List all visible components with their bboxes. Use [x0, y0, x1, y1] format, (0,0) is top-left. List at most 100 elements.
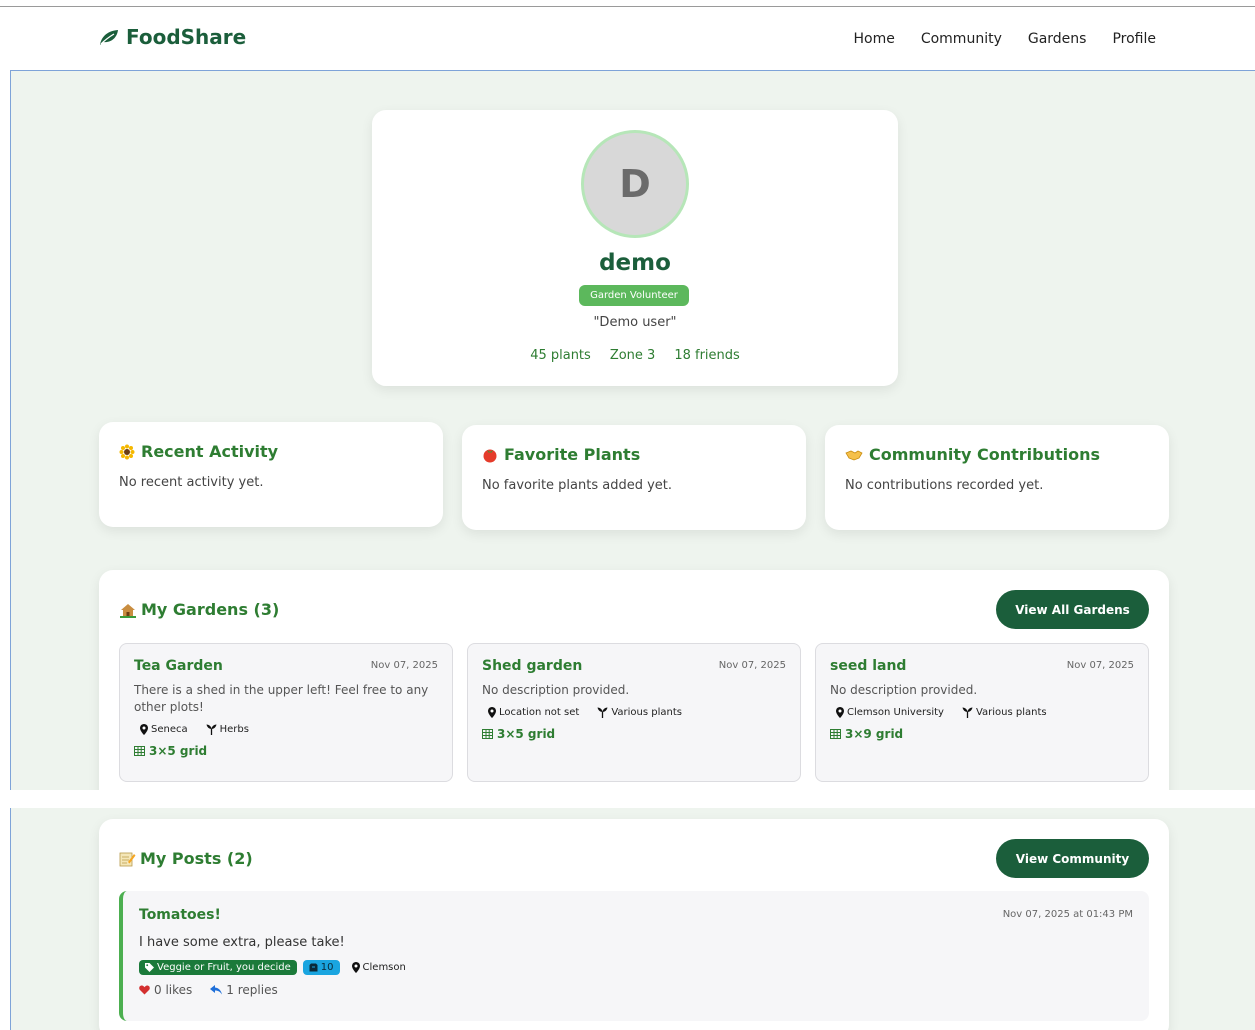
garden-description: There is a shed in the upper left! Feel …	[134, 683, 429, 714]
my-gardens-panel: My Gardens (3) View All Gardens Tea Gard…	[99, 570, 1169, 810]
garden-meta: Seneca Herbs	[134, 724, 438, 735]
recent-activity-title: Recent Activity	[119, 442, 423, 461]
garden-plants-text: Various plants	[611, 707, 682, 718]
navbar: FoodShare Home Community Gardens Profile	[0, 7, 1255, 70]
garden-description: No description provided.	[830, 683, 978, 697]
table-grid-icon	[134, 746, 145, 756]
map-pin-icon	[836, 707, 844, 718]
category-tag: Veggie or Fruit, you decide	[139, 960, 297, 975]
garden-card[interactable]: Tea Garden Nov 07, 2025 There is a shed …	[119, 643, 453, 782]
profile-main-section: D demo Garden Volunteer "Demo user" 45 p…	[10, 70, 1255, 810]
memo-icon	[119, 852, 136, 866]
my-posts-panel: My Posts (2) View Community Tomatoes! No…	[99, 819, 1169, 1030]
garden-meta: Clemson University Various plants	[830, 707, 1134, 718]
garden-grid: 3×9 grid	[830, 727, 1134, 741]
garden-description: No description provided.	[482, 683, 630, 697]
garden-location-text: Clemson University	[847, 707, 944, 718]
heart-icon	[139, 985, 150, 995]
post-location-text: Clemson	[362, 962, 406, 973]
likes-count: 0 likes	[154, 983, 193, 997]
recent-activity-card: Recent Activity No recent activity yet.	[99, 422, 443, 527]
post-location: Clemson	[351, 962, 406, 973]
replies-count: 1 replies	[226, 983, 278, 997]
table-grid-icon	[482, 729, 493, 739]
profile-username: demo	[599, 250, 671, 276]
community-contributions-text: No contributions recorded yet.	[845, 478, 1044, 493]
house-garden-icon	[120, 603, 136, 618]
view-community-button[interactable]: View Community	[996, 839, 1149, 878]
tomato-icon	[483, 449, 497, 462]
seedling-icon	[597, 707, 608, 718]
nav-community-link[interactable]: Community	[921, 31, 1002, 47]
garden-plants-text: Various plants	[975, 707, 1047, 718]
nav-links: Home Community Gardens Profile	[853, 31, 1156, 47]
post-item[interactable]: Tomatoes! Nov 07, 2025 at 01:43 PM I hav…	[119, 891, 1149, 1021]
garden-grid-text: 3×9 grid	[845, 727, 904, 741]
favorite-plants-card: Favorite Plants No favorite plants added…	[462, 425, 806, 530]
brand-logo[interactable]: FoodShare	[98, 25, 246, 49]
view-all-gardens-button[interactable]: View All Gardens	[996, 590, 1149, 629]
garden-location: Location not set	[488, 707, 579, 718]
garden-date: Nov 07, 2025	[1066, 660, 1134, 671]
reply-icon	[210, 985, 223, 995]
box-icon	[309, 963, 318, 972]
profile-bio: "Demo user"	[593, 315, 677, 330]
post-actions: 0 likes 1 replies	[139, 983, 1133, 997]
recent-activity-label: Recent Activity	[141, 442, 279, 461]
garden-grid-text: 3×5 grid	[497, 727, 556, 741]
like-button[interactable]: 0 likes	[139, 983, 192, 997]
garden-location-text: Location not set	[499, 707, 580, 718]
sunflower-icon	[119, 444, 135, 459]
post-tags: Veggie or Fruit, you decide 10 Clemson	[139, 960, 1133, 975]
garden-date: Nov 07, 2025	[370, 660, 438, 671]
category-tag-text: Veggie or Fruit, you decide	[157, 962, 291, 973]
map-pin-icon	[351, 962, 360, 973]
handshake-icon	[845, 450, 863, 460]
my-gardens-title: My Gardens (3)	[119, 600, 279, 619]
seedling-icon	[962, 707, 973, 718]
nav-gardens-link[interactable]: Gardens	[1028, 31, 1087, 47]
garden-grid: 3×5 grid	[482, 727, 786, 741]
favorite-plants-title: Favorite Plants	[482, 445, 786, 464]
garden-card[interactable]: seed land Nov 07, 2025 No description pr…	[815, 643, 1149, 782]
garden-grid-text: 3×5 grid	[149, 744, 208, 758]
avatar-initial: D	[619, 162, 651, 206]
community-contributions-card: Community Contributions No contributions…	[825, 425, 1169, 530]
garden-location: Seneca	[140, 724, 188, 735]
stat-zone: Zone 3	[609, 348, 656, 363]
my-posts-label: My Posts (2)	[140, 849, 253, 868]
favorite-plants-text: No favorite plants added yet.	[482, 478, 673, 493]
leaf-icon	[100, 30, 118, 45]
garden-date: Nov 07, 2025	[718, 660, 786, 671]
profile-card: D demo Garden Volunteer "Demo user" 45 p…	[372, 110, 898, 386]
reply-button[interactable]: 1 replies	[210, 983, 278, 997]
garden-location: Clemson University	[836, 707, 944, 718]
post-title[interactable]: Tomatoes!	[139, 907, 1133, 923]
map-pin-icon	[140, 724, 148, 735]
garden-card[interactable]: Shed garden Nov 07, 2025 No description …	[467, 643, 801, 782]
profile-stats: 45 plants Zone 3 18 friends	[372, 348, 898, 363]
garden-meta: Location not set Various plants	[482, 707, 786, 718]
community-contributions-label: Community Contributions	[869, 445, 1101, 464]
post-date: Nov 07, 2025 at 01:43 PM	[1002, 909, 1133, 920]
garden-plants: Various plants	[962, 707, 1047, 718]
garden-plants: Various plants	[597, 707, 682, 718]
nav-home-link[interactable]: Home	[853, 31, 894, 47]
quantity-badge: 10	[302, 960, 340, 975]
recent-activity-text: No recent activity yet.	[119, 475, 264, 490]
role-badge: Garden Volunteer	[579, 285, 689, 306]
table-grid-icon	[830, 729, 841, 739]
favorite-plants-label: Favorite Plants	[504, 445, 641, 464]
garden-grid: 3×5 grid	[134, 744, 438, 758]
map-pin-icon	[488, 707, 496, 718]
my-gardens-label: My Gardens (3)	[141, 600, 280, 619]
posts-section: My Posts (2) View Community Tomatoes! No…	[10, 808, 1255, 1030]
quantity-text: 10	[320, 962, 334, 973]
stat-friends: 18 friends	[674, 348, 740, 363]
brand-name: FoodShare	[126, 25, 247, 49]
garden-plants-text: Herbs	[219, 724, 249, 735]
nav-profile-link[interactable]: Profile	[1112, 31, 1156, 47]
avatar: D	[581, 130, 689, 238]
seedling-icon	[206, 724, 217, 735]
garden-plants: Herbs	[206, 724, 249, 735]
